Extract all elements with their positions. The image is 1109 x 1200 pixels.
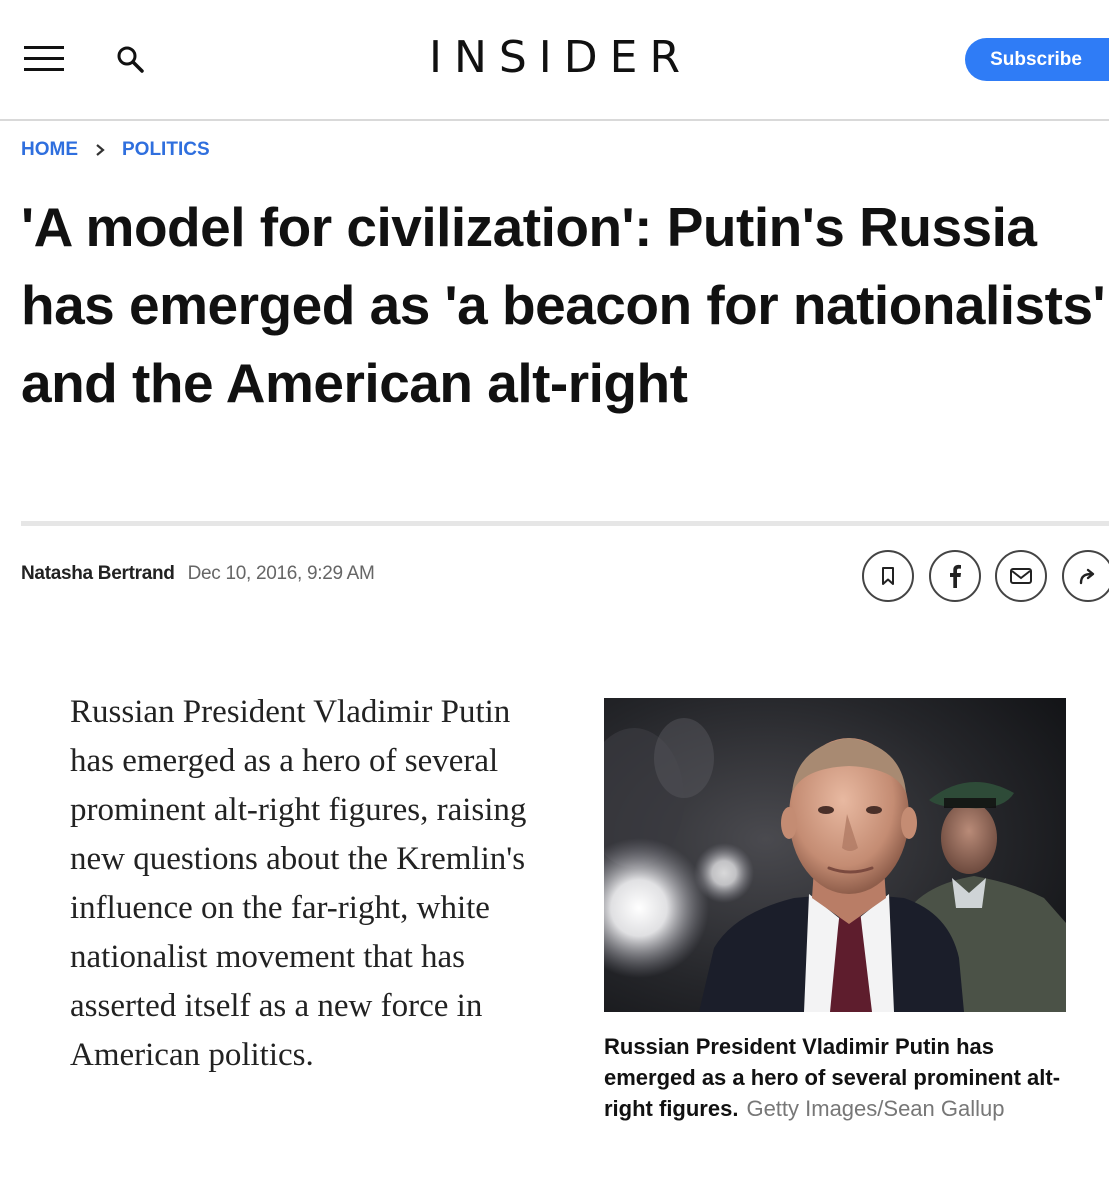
subscribe-button[interactable]: Subscribe <box>965 38 1109 81</box>
photo-caption: Russian President Vladimir Putin has eme… <box>604 1031 1074 1124</box>
share-button[interactable] <box>1062 550 1109 602</box>
photo-illustration <box>604 698 1066 1012</box>
byline: Natasha Bertrand Dec 10, 2016, 9:29 AM <box>21 563 375 589</box>
email-share-button[interactable] <box>995 550 1047 602</box>
publish-date: Dec 10, 2016, 9:29 AM <box>187 563 375 584</box>
article-photo[interactable] <box>604 698 1066 1012</box>
bookmark-icon <box>882 567 894 585</box>
share-arrow-icon <box>1079 568 1095 585</box>
site-header: INSIDER Subscribe <box>0 0 1109 121</box>
article-headline: 'A model for civilization': Putin's Russ… <box>21 196 1106 414</box>
breadcrumb-home-link[interactable]: HOME <box>21 139 78 161</box>
photo-credit: Getty Images/Sean Gallup <box>746 1096 1005 1121</box>
chevron-right-icon <box>96 144 105 156</box>
breadcrumb-politics-link[interactable]: POLITICS <box>122 139 210 161</box>
author-name[interactable]: Natasha Bertrand <box>21 563 175 585</box>
bookmark-button[interactable] <box>862 550 914 602</box>
headline-divider <box>21 521 1109 526</box>
breadcrumb: HOME POLITICS <box>21 137 210 163</box>
site-logo[interactable]: INSIDER <box>0 32 1109 83</box>
facebook-icon <box>950 564 961 588</box>
facebook-share-button[interactable] <box>929 550 981 602</box>
email-icon <box>1010 568 1032 584</box>
article-lead-paragraph: Russian President Vladimir Putin has eme… <box>70 694 527 1073</box>
